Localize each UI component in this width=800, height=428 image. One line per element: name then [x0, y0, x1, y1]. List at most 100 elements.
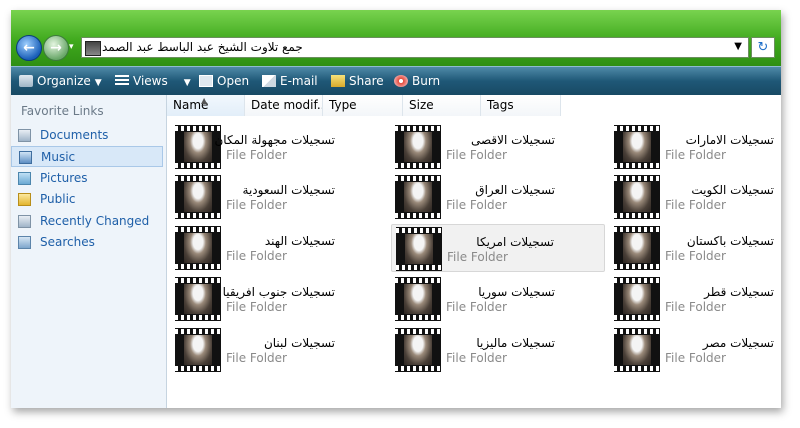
folder-thumbnail-icon [175, 175, 221, 219]
folder-tile[interactable]: تسجيلات العراق File Folder [391, 173, 605, 221]
sidebar-item-label: Documents [40, 128, 109, 142]
burn-button[interactable]: Burn [394, 72, 440, 90]
folder-tile[interactable]: تسجيلات الكويت File Folder [610, 173, 781, 221]
organize-icon [19, 75, 33, 87]
address-dropdown-icon[interactable]: ▼ [734, 41, 742, 52]
folder-tile[interactable]: تسجيلات مجهولة المكان File Folder [171, 123, 385, 171]
recently-changed-icon [18, 215, 31, 228]
folder-name: تسجيلات مجهولة المكان [214, 133, 335, 147]
folder-name: تسجيلات ماليزيا [476, 336, 555, 350]
column-header-date-modified[interactable]: Date modif... [245, 95, 323, 116]
column-header-size[interactable]: Size [403, 95, 481, 116]
folder-tile[interactable]: تسجيلات الهند File Folder [171, 224, 385, 272]
file-list: ▲ Name Date modif... Type Size Tags تسجي… [167, 95, 781, 408]
folder-type: File Folder [665, 351, 726, 365]
folder-thumbnail-icon [614, 328, 660, 372]
sidebar-item-documents[interactable]: Documents [11, 125, 162, 146]
folder-thumbnail-icon [395, 277, 441, 321]
folder-thumbnail-icon [614, 125, 660, 169]
column-header-label: Type [329, 98, 357, 112]
folder-name: تسجيلات سوريا [478, 285, 555, 299]
sidebar-item-recently-changed[interactable]: Recently Changed [11, 211, 162, 232]
forward-button[interactable]: → [43, 35, 69, 61]
folder-thumbnail-icon [175, 328, 221, 372]
email-icon [262, 75, 276, 87]
column-header-label: Tags [487, 98, 514, 112]
views-chevron-icon: ▼ [183, 78, 191, 88]
folder-type: File Folder [446, 148, 507, 162]
folder-tile[interactable]: تسجيلات السعودية File Folder [171, 173, 385, 221]
folder-tile[interactable]: تسجيلات الاقصى File Folder [391, 123, 605, 171]
folder-type: File Folder [226, 300, 287, 314]
folder-tile[interactable]: تسجيلات قطر File Folder [610, 275, 781, 323]
back-button[interactable]: ← [16, 35, 42, 61]
folder-thumbnail-icon [175, 277, 221, 321]
sidebar-item-music[interactable]: Music [11, 146, 163, 167]
refresh-button[interactable]: ↻ [751, 37, 775, 58]
open-button[interactable]: Open [199, 72, 249, 90]
views-button[interactable]: Views ▼ [115, 72, 191, 90]
documents-icon [18, 129, 31, 142]
address-bar[interactable]: جمع تلاوت الشيخ عبد الباسط عبد الصمد ▼ [81, 37, 749, 58]
open-icon [199, 75, 213, 87]
share-label: Share [349, 74, 384, 88]
folder-tile[interactable]: تسجيلات لبنان File Folder [171, 326, 385, 374]
folder-type: File Folder [446, 351, 507, 365]
folder-name: تسجيلات الاقصى [470, 133, 555, 147]
views-label: Views [133, 74, 168, 88]
sidebar-item-public[interactable]: Public [11, 189, 162, 210]
favorite-links-title: Favorite Links [21, 104, 104, 118]
folder-name: تسجيلات مصر [702, 336, 774, 350]
folder-thumbnail-icon [614, 226, 660, 270]
organize-chevron-icon: ▼ [94, 78, 102, 88]
sidebar-item-label: Recently Changed [40, 214, 150, 228]
folder-thumbnail-icon [614, 175, 660, 219]
pictures-icon [18, 172, 31, 185]
folder-name: تسجيلات لبنان [263, 336, 335, 350]
folder-type: File Folder [665, 198, 726, 212]
sidebar-item-label: Music [41, 150, 76, 164]
email-button[interactable]: E-mail [262, 72, 318, 90]
folder-type: File Folder [226, 249, 287, 263]
sidebar-item-label: Pictures [40, 171, 88, 185]
explorer-window: ← → ▾ جمع تلاوت الشيخ عبد الباسط عبد الص… [11, 10, 781, 408]
views-icon [115, 75, 129, 87]
recent-pages-chevron-icon[interactable]: ▾ [69, 42, 74, 52]
folder-tile[interactable]: تسجيلات الامارات File Folder [610, 123, 781, 171]
sidebar-item-searches[interactable]: Searches [11, 232, 162, 253]
folder-tile[interactable]: تسجيلات باكستان File Folder [610, 224, 781, 272]
folder-name: تسجيلات العراق [475, 183, 555, 197]
folder-tile[interactable]: تسجيلات جنوب افريقيا File Folder [171, 275, 385, 323]
back-arrow-icon: ← [23, 40, 35, 56]
column-header-label: Date modif... [251, 98, 323, 112]
folder-name: تسجيلات امريكا [476, 235, 554, 249]
email-label: E-mail [280, 74, 318, 88]
folder-name: تسجيلات قطر [704, 285, 774, 299]
folder-name: تسجيلات الكويت [691, 183, 774, 197]
column-header-tags[interactable]: Tags [481, 95, 561, 116]
folder-type: File Folder [226, 198, 287, 212]
burn-label: Burn [412, 74, 441, 88]
folder-tile[interactable]: تسجيلات مصر File Folder [610, 326, 781, 374]
folder-type: File Folder [446, 198, 507, 212]
sidebar-item-label: Searches [40, 235, 95, 249]
column-header-label: Size [409, 98, 434, 112]
navigation-pane: Favorite Links Documents Music Pictures … [11, 95, 167, 408]
address-path[interactable]: جمع تلاوت الشيخ عبد الباسط عبد الصمد [102, 40, 303, 54]
share-button[interactable]: Share [331, 72, 384, 90]
column-header-name[interactable]: ▲ Name [167, 95, 245, 116]
folder-tile[interactable]: تسجيلات سوريا File Folder [391, 275, 605, 323]
sidebar-item-pictures[interactable]: Pictures [11, 168, 162, 189]
folder-thumbnail-icon [614, 277, 660, 321]
folder-tile[interactable]: تسجيلات ماليزيا File Folder [391, 326, 605, 374]
forward-arrow-icon: → [50, 40, 62, 56]
column-header-type[interactable]: Type [323, 95, 403, 116]
folder-type: File Folder [226, 351, 287, 365]
organize-button[interactable]: Organize ▼ [19, 72, 102, 90]
folder-type: File Folder [665, 148, 726, 162]
searches-icon [18, 236, 31, 249]
folder-thumbnail-icon [175, 226, 221, 270]
sidebar-item-label: Public [40, 192, 76, 206]
folder-name: تسجيلات الهند [264, 234, 335, 248]
folder-tile-hovered[interactable]: تسجيلات امريكا File Folder [391, 224, 605, 272]
